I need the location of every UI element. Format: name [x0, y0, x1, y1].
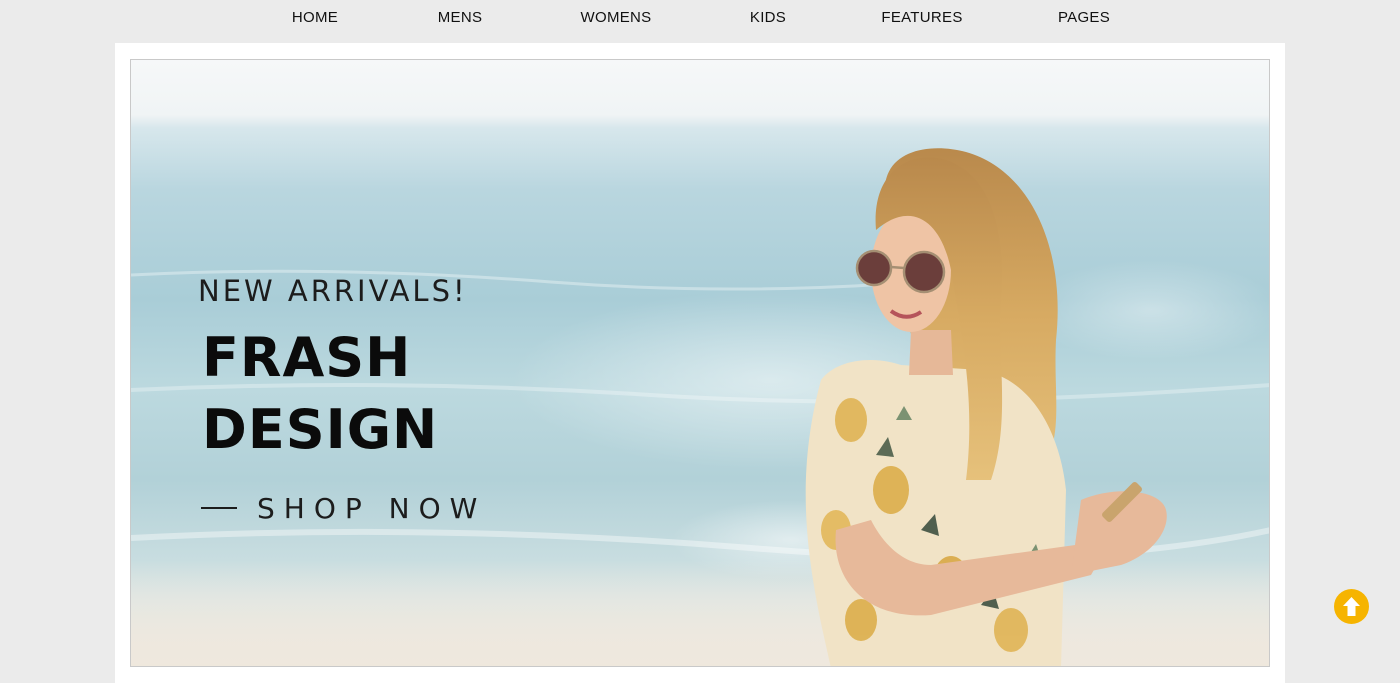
- shop-now-dash: [201, 507, 237, 509]
- arrow-up-circle-icon: [1343, 597, 1360, 616]
- hero-title: FRASH DESIGN: [202, 322, 438, 466]
- nav-womens[interactable]: WOMENS: [581, 9, 652, 26]
- shop-now-link[interactable]: SHOP NOW: [201, 488, 486, 528]
- nav-pages[interactable]: PAGES: [1058, 9, 1110, 26]
- hero-title-line-1: FRASH: [202, 326, 412, 389]
- main-navigation: HOME MENS WOMENS KIDS FEATURES PAGES: [0, 0, 1400, 38]
- nav-home[interactable]: HOME: [292, 9, 338, 26]
- hero-kicker: NEW ARRIVALS!: [198, 274, 468, 308]
- hero-banner: NEW ARRIVALS! FRASH DESIGN SHOP NOW: [130, 59, 1270, 667]
- nav-features[interactable]: FEATURES: [881, 9, 962, 26]
- nav-mens[interactable]: MENS: [438, 9, 483, 26]
- scroll-to-top-button[interactable]: [1334, 589, 1369, 624]
- nav-kids[interactable]: KIDS: [750, 9, 786, 26]
- shop-now-label: SHOP NOW: [257, 491, 487, 525]
- hero-title-line-2: DESIGN: [202, 398, 439, 461]
